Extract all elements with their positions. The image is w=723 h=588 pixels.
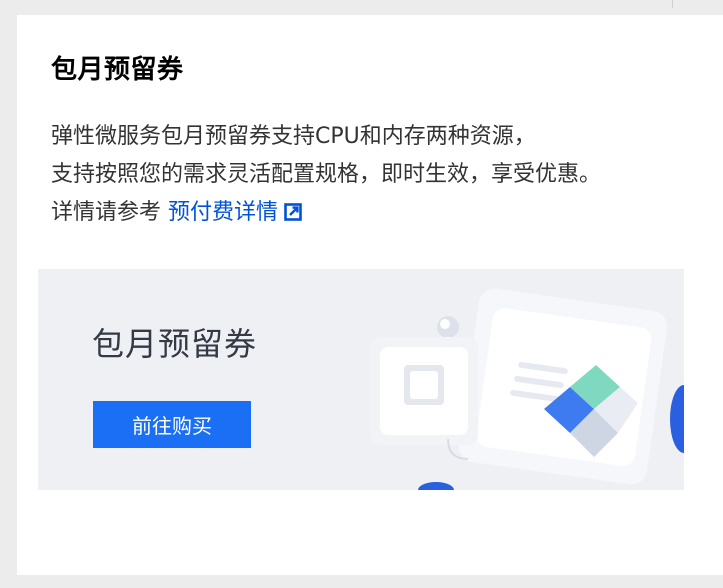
description-line-1: 弹性微服务包月预留券支持CPU和内存两种资源， <box>51 124 536 149</box>
prepaid-details-link[interactable]: 预付费详情 <box>168 200 302 225</box>
description-line-2: 支持按照您的需求灵活配置规格，即时生效，享受优惠。 <box>51 162 602 187</box>
description-line-3: 详情请参考 预付费详情 <box>51 194 711 234</box>
card-description: 弹性微服务包月预留券支持CPU和内存两种资源， 支持按照您的需求灵活配置规格，即… <box>51 118 711 234</box>
details-prefix: 详情请参考 <box>51 200 168 225</box>
reserved-voucher-card: 包月预留券 弹性微服务包月预留券支持CPU和内存两种资源， 支持按照您的需求灵活… <box>17 15 723 575</box>
card-title: 包月预留券 <box>51 55 184 85</box>
promo-banner: 包月预留券 前往购买 <box>38 269 684 490</box>
go-purchase-button[interactable]: 前往购买 <box>93 401 251 448</box>
window-edge <box>672 0 673 8</box>
prepaid-details-link-label: 预付费详情 <box>168 200 279 225</box>
external-link-icon <box>284 196 302 234</box>
voucher-illustration <box>370 288 684 490</box>
banner-title: 包月预留券 <box>92 325 258 363</box>
